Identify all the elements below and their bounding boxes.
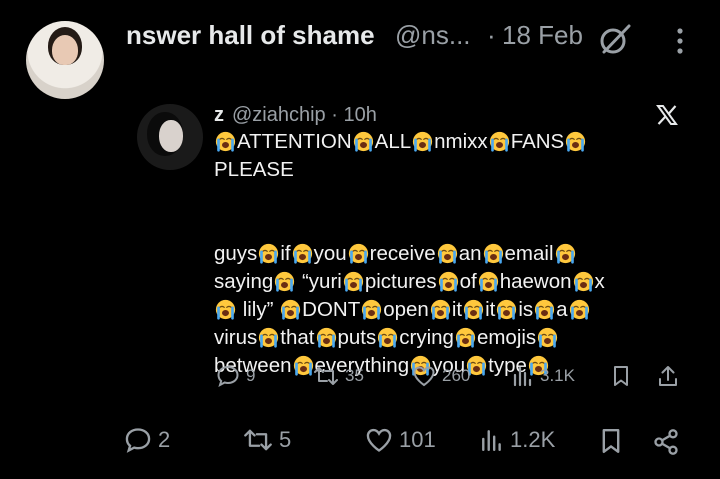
quoted-text-segment: lily” [237,298,280,321]
loudly-crying-face-icon [478,271,498,292]
loudly-crying-face-icon [275,271,295,292]
heart-icon [366,428,392,452]
loudly-crying-face-icon [378,327,398,348]
quoted-text-segment: if [280,242,291,265]
x-logo-icon [656,105,678,125]
share-icon[interactable] [652,428,680,456]
quoted-text-segment: pictures [364,270,437,293]
quoted-text-segment: x [594,270,605,293]
quoted-author-name[interactable]: z [214,104,224,127]
author-handle[interactable]: @ns... [395,20,471,51]
quoted-text-segment: ALL [374,130,412,153]
quoted-reply-count: 9 [246,366,256,385]
loudly-crying-face-icon [316,327,336,348]
loudly-crying-face-icon [483,243,503,264]
loudly-crying-face-icon [293,355,313,376]
quoted-bookmark-icon[interactable] [611,365,631,387]
quoted-repost-action[interactable]: 35 [313,365,364,387]
quoted-share-icon[interactable] [657,364,679,388]
quoted-views-action[interactable]: 3.1K [512,365,575,387]
quoted-text-segment: nmixx [434,130,488,153]
quoted-text-segment: crying [399,326,454,349]
loudly-crying-face-icon [292,243,312,264]
quoted-author-handle-time[interactable]: @ziahchip · 10h [232,104,377,127]
views-count: 1.2K [510,427,556,452]
loudly-crying-face-icon [430,299,450,320]
loudly-crying-face-icon [573,271,593,292]
loudly-crying-face-icon [538,327,558,348]
loudly-crying-face-icon [348,243,368,264]
loudly-crying-face-icon [566,131,586,152]
quoted-author-avatar[interactable] [137,104,203,170]
like-action[interactable]: 101 [365,427,436,453]
loudly-crying-face-icon [535,299,555,320]
loudly-crying-face-icon [489,131,509,152]
author-avatar[interactable] [26,21,104,99]
tweet-date[interactable]: 18 Feb [502,20,583,51]
quoted-text-segment: it [485,298,496,321]
quoted-text-segment: saying [214,270,274,293]
quoted-repost-count: 35 [345,366,364,385]
loudly-crying-face-icon [259,327,279,348]
loudly-crying-face-icon [569,299,589,320]
quoted-like-action[interactable]: 260 [412,365,470,387]
loudly-crying-face-icon [362,299,382,320]
quoted-text-segment: virus [214,326,258,349]
quoted-text-segment: emojis [476,326,537,349]
reply-icon [125,428,151,453]
quoted-text-segment: that [280,326,315,349]
quoted-text-segment: puts [337,326,377,349]
loudly-crying-face-icon [281,299,301,320]
quoted-reply-action[interactable]: 9 [216,365,255,387]
quoted-text-segment: it [451,298,463,321]
views-icon [482,430,501,452]
quoted-text-segment: open [383,298,429,321]
quoted-like-count: 260 [442,366,471,385]
loudly-crying-face-icon [259,243,279,264]
quoted-text-segment: PLEASE [214,158,294,181]
repost-icon [244,429,272,451]
loudly-crying-face-icon [497,299,517,320]
quoted-text-segment: is [518,298,534,321]
quoted-text-segment: “yuri [296,270,342,293]
quoted-text-segment: haewon [499,270,572,293]
quoted-post-text[interactable]: ATTENTION ALL nmixx FANS PLEASE guys if you re… [214,128,689,380]
repost-icon [314,367,338,385]
quoted-text-segment: receive [369,242,436,265]
loudly-crying-face-icon [437,243,457,264]
quoted-views-count: 3.1K [540,366,575,385]
views-action[interactable]: 1.2K [480,427,555,453]
quoted-text-segment: you [313,242,347,265]
loudly-crying-face-icon [353,131,373,152]
author-display-name[interactable]: nswer hall of shame [126,20,375,51]
vertical-ellipsis-icon[interactable] [670,26,690,56]
quoted-text-segment: of [459,270,477,293]
loudly-crying-face-icon [413,131,433,152]
reply-action[interactable]: 2 [124,427,170,453]
loudly-crying-face-icon [215,131,236,152]
quoted-text-segment: a [556,298,568,321]
quoted-text-segment: ATTENTION [237,130,352,153]
quoted-text-segment: email [504,242,554,265]
repost-action[interactable]: 5 [243,427,291,453]
separator-dot: · [487,20,496,50]
quoted-text-segment: FANS [510,130,565,153]
loudly-crying-face-icon [343,271,363,292]
quoted-text-segment: DONT [302,298,361,321]
bookmark-icon[interactable] [599,427,623,455]
like-count: 101 [399,427,436,452]
loudly-crying-face-icon [463,299,484,320]
reply-count: 2 [158,427,171,452]
loudly-crying-face-icon [455,327,476,348]
quoted-text-segment: an [458,242,482,265]
views-icon [513,366,532,387]
quoted-text-segment: guys [214,242,258,265]
reply-icon [217,365,239,387]
repost-count: 5 [279,427,292,452]
loudly-crying-face-icon [438,271,458,292]
loudly-crying-face-icon [555,243,575,264]
grok-slash-icon[interactable] [598,22,632,56]
heart-icon [413,366,435,387]
loudly-crying-face-icon [215,299,236,320]
